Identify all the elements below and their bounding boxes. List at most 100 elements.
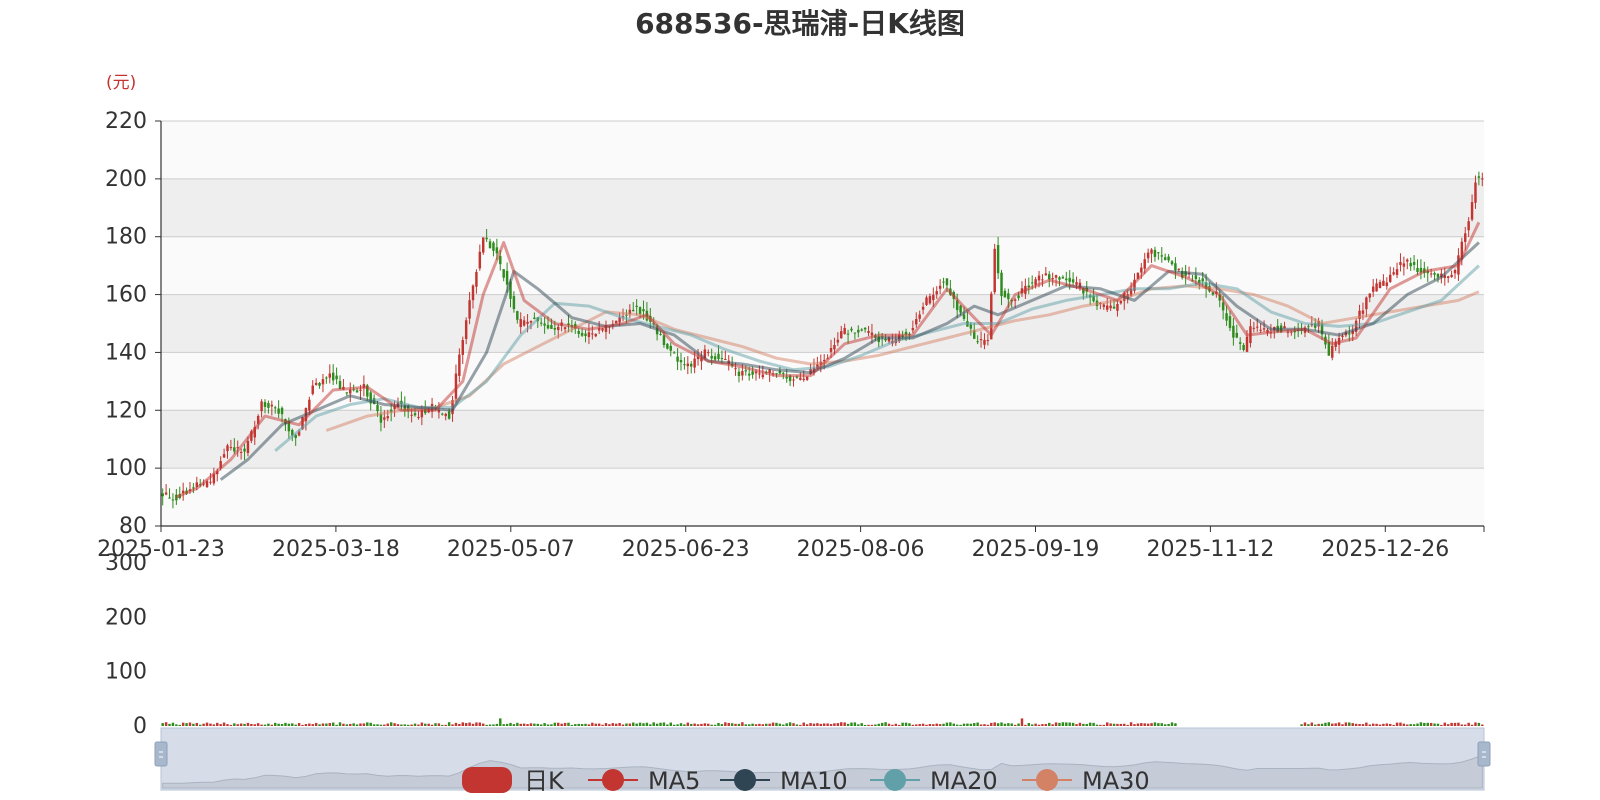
- candle-body: [1167, 256, 1170, 261]
- volume-bar: [1136, 723, 1140, 726]
- volume-bar: [294, 724, 297, 726]
- volume-bar: [512, 724, 516, 726]
- volume-bar: [635, 723, 638, 726]
- volume-bar: [751, 723, 754, 726]
- volume-bar: [959, 724, 962, 726]
- volume-bar: [863, 724, 867, 726]
- volume-bar: [754, 724, 758, 726]
- candle-body: [280, 407, 284, 415]
- volume-bar: [1470, 724, 1474, 726]
- volume-bar: [386, 723, 389, 726]
- volume-bar: [1170, 722, 1174, 726]
- candle-body: [410, 414, 413, 416]
- candle-body: [1371, 286, 1375, 292]
- candle-body: [417, 416, 420, 418]
- volume-bar: [921, 723, 925, 726]
- volume-bar: [1010, 723, 1013, 726]
- volume-bar: [236, 724, 239, 726]
- candle-body: [1412, 262, 1416, 265]
- volume-bar: [219, 724, 222, 726]
- candle-body: [1242, 344, 1245, 350]
- candle-body: [1054, 275, 1058, 278]
- candle-body: [833, 344, 836, 350]
- candle-body: [635, 305, 638, 307]
- volume-bar: [331, 722, 335, 726]
- candle-body: [1068, 277, 1071, 282]
- candle-body: [846, 333, 850, 335]
- candle-body: [1177, 268, 1181, 270]
- volume-bar: [720, 724, 724, 726]
- volume-bar: [577, 723, 580, 726]
- candle-body: [267, 403, 270, 408]
- candle-body: [331, 372, 335, 381]
- candle-body: [1450, 274, 1453, 278]
- candle-body: [226, 445, 229, 452]
- x-tick-label: 2025-11-12: [1146, 537, 1274, 562]
- candle-body: [945, 278, 949, 286]
- volume-bar: [1160, 723, 1164, 726]
- volume-bar: [526, 724, 529, 726]
- volume-bar: [1000, 722, 1003, 726]
- volume-bar: [990, 722, 993, 726]
- candle-body: [1341, 335, 1344, 337]
- candle-body: [744, 370, 748, 372]
- volume-bar: [1017, 723, 1020, 726]
- grid-band: [161, 468, 1484, 526]
- volume-bar: [335, 724, 338, 726]
- volume-bar: [383, 724, 386, 726]
- volume-bar: [328, 723, 332, 726]
- volume-bar: [897, 724, 901, 726]
- candle-body: [1048, 274, 1051, 280]
- volume-bar: [976, 722, 979, 726]
- candle-body: [383, 417, 386, 420]
- candle-body: [1245, 336, 1249, 352]
- volume-bar: [853, 722, 857, 726]
- candle-body: [550, 324, 553, 329]
- volume-bar: [379, 724, 383, 726]
- volume-bar: [499, 718, 502, 726]
- volume-bar: [475, 722, 478, 726]
- volume-bar: [1354, 723, 1358, 726]
- candle-body: [932, 294, 935, 301]
- candle-body: [850, 328, 853, 331]
- candle-body: [843, 327, 846, 335]
- volume-bar: [1368, 724, 1371, 726]
- candle-body: [1467, 221, 1470, 231]
- volume-bar: [274, 722, 277, 726]
- legend-candle-icon: [462, 767, 512, 793]
- volume-bar: [1457, 722, 1460, 726]
- legend-dot-icon: [602, 769, 624, 791]
- candle-body: [557, 326, 560, 331]
- volume-bar: [301, 724, 304, 726]
- volume-bar: [481, 723, 485, 726]
- candle-body: [274, 407, 277, 409]
- volume-bar: [178, 724, 181, 726]
- volume-bar: [761, 724, 765, 726]
- volume-bar: [614, 723, 618, 726]
- volume-bar: [311, 724, 314, 726]
- volume-bar: [516, 722, 519, 726]
- candle-body: [737, 371, 741, 377]
- price-tick-label: 100: [105, 456, 147, 481]
- volume-bar: [1481, 724, 1484, 726]
- volume-bar: [1351, 723, 1354, 726]
- volume-bar: [1317, 723, 1320, 726]
- volume-bar: [973, 723, 976, 726]
- volume-bar: [747, 724, 751, 726]
- candle-body: [1409, 262, 1412, 267]
- volume-bar: [741, 722, 744, 726]
- volume-bar: [1310, 722, 1314, 726]
- volume-bar: [1313, 724, 1317, 726]
- candle-body: [689, 363, 693, 367]
- candle-body: [1170, 261, 1174, 265]
- candle-body: [1017, 295, 1020, 299]
- volume-bar: [737, 723, 741, 726]
- candle-body: [447, 411, 451, 419]
- candle-body: [996, 245, 1000, 274]
- candle-body: [321, 379, 325, 385]
- volume-bar: [420, 722, 424, 726]
- volume-bar: [437, 723, 441, 726]
- volume-bar: [1013, 724, 1017, 726]
- volume-bar: [1412, 724, 1416, 726]
- volume-bar: [1071, 722, 1075, 726]
